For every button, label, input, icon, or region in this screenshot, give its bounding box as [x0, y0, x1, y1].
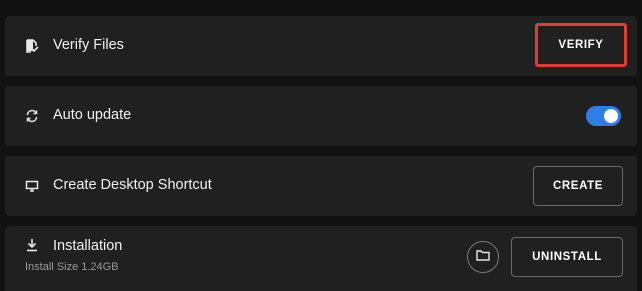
open-folder-button[interactable]	[467, 241, 499, 273]
file-check-icon	[25, 39, 39, 53]
folder-icon	[476, 248, 490, 266]
auto-update-toggle[interactable]	[586, 106, 621, 126]
uninstall-button[interactable]: UNINSTALL	[511, 237, 623, 277]
desktop-shortcut-label: Create Desktop Shortcut	[53, 177, 212, 193]
create-button[interactable]: CREATE	[533, 166, 623, 206]
verify-button[interactable]: VERIFY	[535, 23, 627, 67]
verify-files-row: Verify Files VERIFY	[5, 16, 637, 76]
verify-files-label: Verify Files	[53, 37, 124, 53]
auto-update-row: Auto update	[5, 86, 637, 146]
toggle-knob	[604, 109, 618, 123]
installation-label: Installation	[53, 238, 123, 254]
monitor-icon	[25, 179, 39, 193]
desktop-shortcut-row: Create Desktop Shortcut CREATE	[5, 156, 637, 216]
installation-row: Installation Install Size 1.24GB UNINSTA…	[5, 226, 637, 291]
download-icon	[25, 238, 39, 252]
install-size-text: Install Size 1.24GB	[25, 261, 119, 273]
sync-icon	[25, 109, 39, 123]
game-settings-panel: Verify Files VERIFY Auto update Create D	[0, 0, 642, 291]
auto-update-label: Auto update	[53, 107, 132, 123]
